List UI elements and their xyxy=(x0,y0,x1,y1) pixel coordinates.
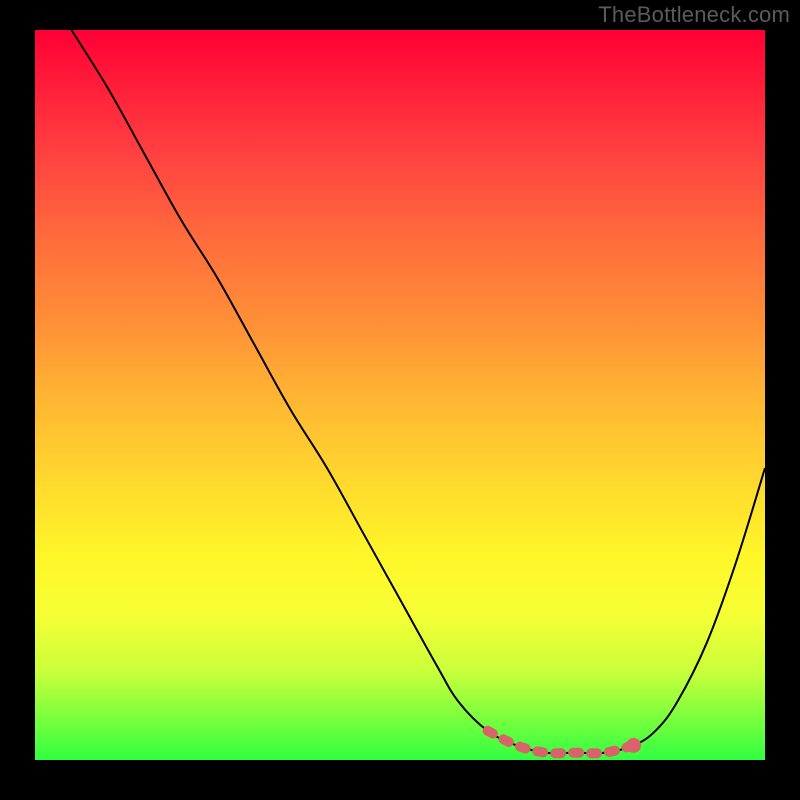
chart-plot-area xyxy=(35,30,765,760)
highlight-end-dot xyxy=(626,738,641,753)
bottleneck-chart xyxy=(35,30,765,760)
watermark-label: TheBottleneck.com xyxy=(598,2,790,28)
bottleneck-curve xyxy=(72,30,766,753)
highlight-segment xyxy=(488,731,634,753)
